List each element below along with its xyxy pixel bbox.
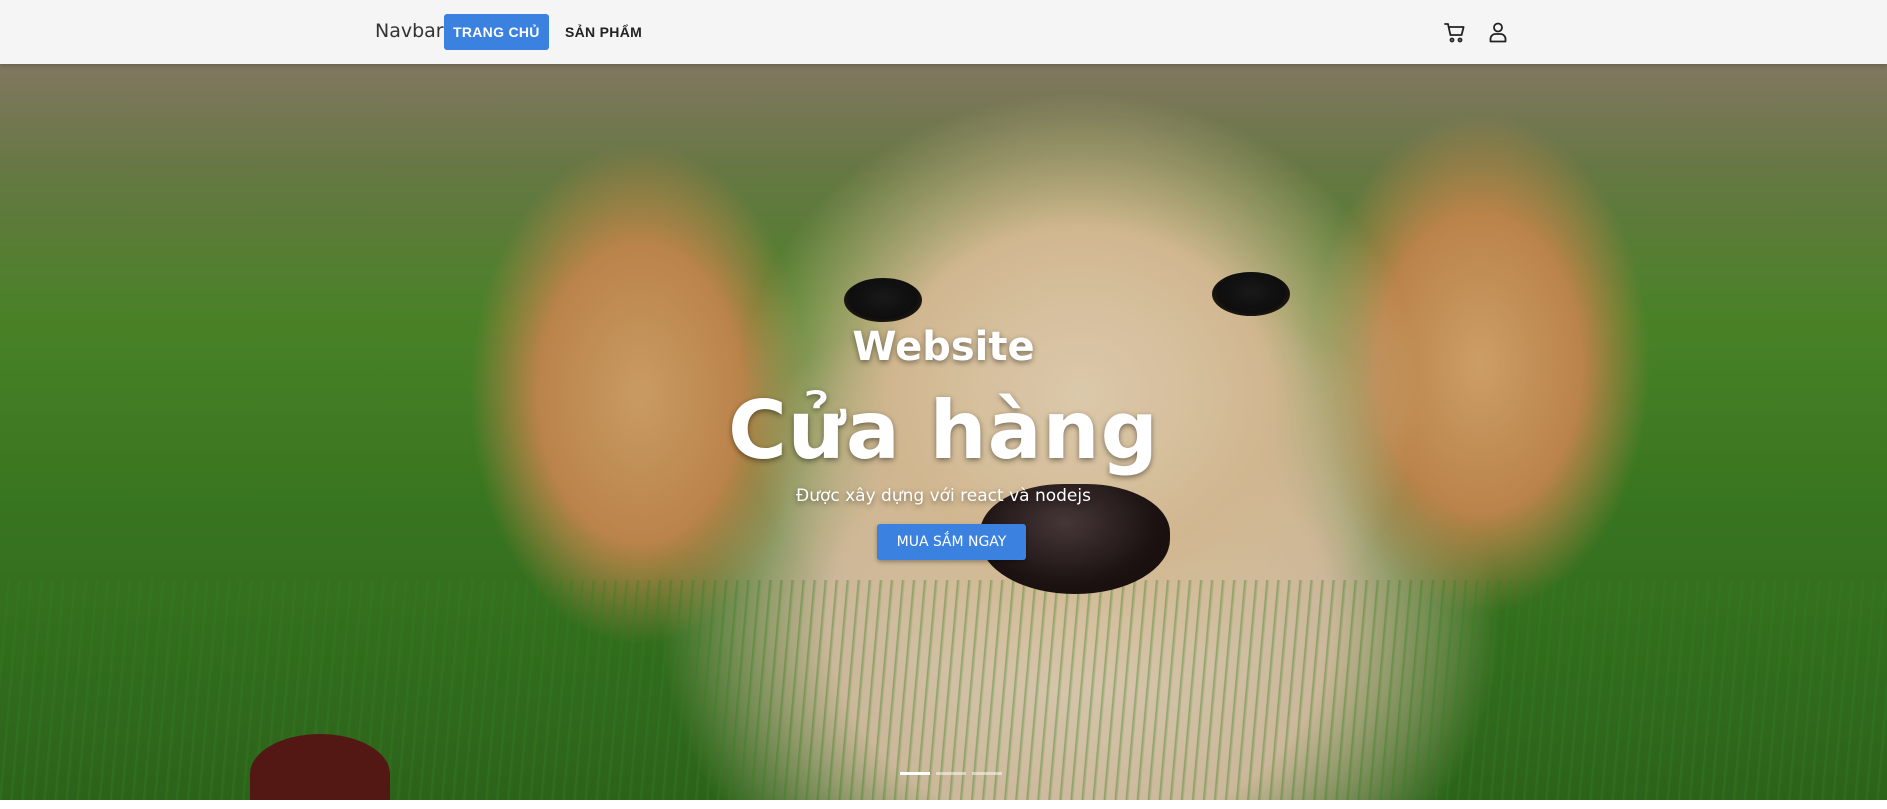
hero-description: Được xây dựng với react và nodejs — [796, 486, 1091, 506]
navbar-brand[interactable]: Navbar — [375, 20, 444, 42]
shop-now-button[interactable]: MUA SẮM NGAY — [877, 524, 1026, 560]
user-icon[interactable] — [1486, 20, 1510, 44]
hero-title: Cửa hàng — [728, 384, 1159, 477]
carousel-indicators — [900, 772, 1002, 775]
cart-icon[interactable] — [1443, 20, 1467, 44]
hero-carousel: Website Cửa hàng Được xây dựng với react… — [0, 64, 1887, 800]
nav-link-products[interactable]: SẢN PHẨM — [556, 14, 651, 50]
carousel-indicator-1[interactable] — [900, 772, 930, 775]
nav-link-home[interactable]: TRANG CHỦ — [444, 14, 549, 50]
hero-subtitle: Website — [852, 324, 1035, 370]
carousel-indicator-2[interactable] — [936, 772, 966, 775]
carousel-indicator-3[interactable] — [972, 772, 1002, 775]
navbar: Navbar TRANG CHỦ SẢN PHẨM — [0, 0, 1887, 64]
